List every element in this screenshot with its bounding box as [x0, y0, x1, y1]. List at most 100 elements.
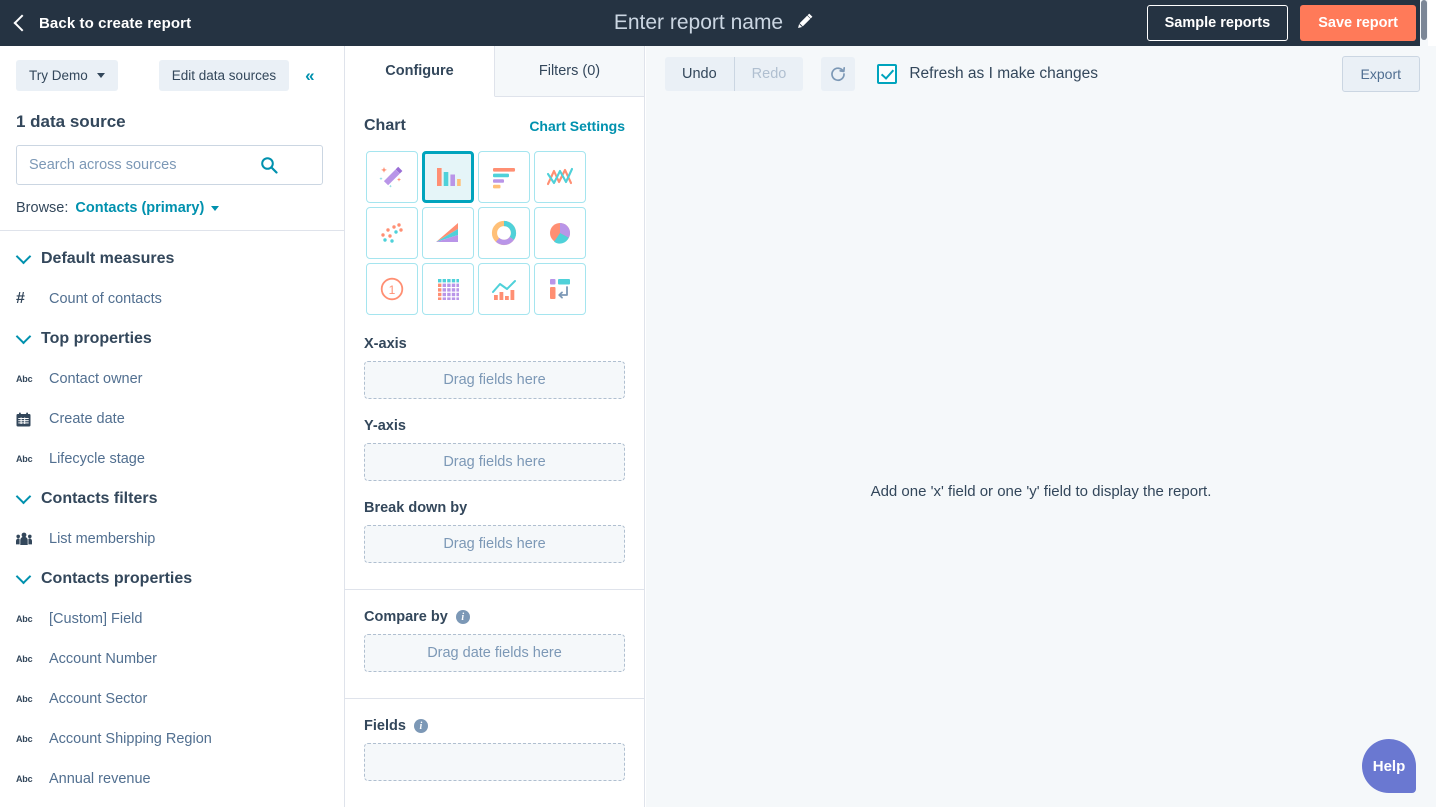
compare-by-label: Compare by i — [364, 609, 625, 625]
tree-item-label: Account Number — [49, 651, 157, 667]
y-axis-dropzone[interactable]: Drag fields here — [364, 443, 625, 481]
search-icon[interactable] — [260, 156, 278, 177]
report-name-input[interactable]: Enter report name — [614, 11, 783, 35]
tree-item-annual-revenue[interactable]: Abc Annual revenue — [0, 759, 344, 799]
fields-label-text: Fields — [364, 718, 406, 734]
tab-filters[interactable]: Filters (0) — [495, 46, 644, 97]
chart-type-magic-wand[interactable] — [366, 151, 418, 203]
chart-type-grid: 1 — [364, 149, 625, 317]
double-chevron-left-icon[interactable]: « — [305, 67, 315, 84]
tree-item-account-shipping-region[interactable]: Abc Account Shipping Region — [0, 719, 344, 759]
chart-type-table[interactable] — [422, 263, 474, 315]
help-button[interactable]: Help — [1362, 739, 1416, 793]
single-value-icon: 1 — [380, 277, 404, 301]
hash-icon: # — [16, 290, 25, 307]
table-chart-icon — [438, 279, 459, 300]
tree-item-contact-owner[interactable]: Abc Contact owner — [0, 359, 344, 399]
calendar-icon — [16, 412, 38, 427]
page-scrollbar[interactable] — [1420, 0, 1428, 46]
chevron-down-icon — [15, 328, 32, 345]
abc-icon: Abc — [16, 694, 33, 704]
chart-type-combo[interactable] — [478, 263, 530, 315]
tab-configure[interactable]: Configure — [345, 46, 495, 97]
config-divider — [345, 698, 644, 699]
chevron-down-icon — [15, 488, 32, 505]
tree-item-account-number[interactable]: Abc Account Number — [0, 639, 344, 679]
back-to-create-report-link[interactable]: Back to create report — [13, 14, 191, 32]
sidebar-top-actions: Try Demo Edit data sources « — [16, 60, 328, 91]
tree-item-custom-field[interactable]: Abc [Custom] Field — [0, 599, 344, 639]
fields-label: Fields i — [364, 718, 625, 734]
y-axis-label-text: Y-axis — [364, 418, 406, 434]
try-demo-label: Try Demo — [29, 68, 88, 83]
config-divider — [345, 589, 644, 590]
x-axis-dropzone[interactable]: Drag fields here — [364, 361, 625, 399]
tree-item-account-sector[interactable]: Abc Account Sector — [0, 679, 344, 719]
try-demo-button[interactable]: Try Demo — [16, 60, 118, 91]
tree-item-label: Count of contacts — [49, 291, 162, 307]
chevron-down-icon — [15, 248, 32, 265]
horizontal-bar-chart-icon — [493, 168, 515, 189]
info-icon[interactable]: i — [413, 719, 428, 733]
chart-type-area[interactable] — [422, 207, 474, 259]
edit-data-sources-button[interactable]: Edit data sources — [158, 60, 290, 91]
breakdown-dropzone[interactable]: Drag fields here — [364, 525, 625, 563]
info-icon[interactable]: i — [455, 610, 470, 624]
refresh-as-i-make-changes-checkbox[interactable] — [877, 64, 898, 84]
chart-type-pivot-table[interactable] — [534, 263, 586, 315]
tree-item-create-date[interactable]: Create date — [0, 399, 344, 439]
empty-state-message: Add one 'x' field or one 'y' field to di… — [870, 483, 1212, 500]
tree-group-top-properties[interactable]: Top properties — [0, 319, 344, 359]
vertical-bar-chart-icon — [437, 168, 461, 186]
compare-by-label-text: Compare by — [364, 609, 448, 625]
chevron-left-icon — [13, 14, 31, 32]
tree-item-label: Account Sector — [49, 691, 148, 707]
line-chart-icon — [546, 167, 574, 186]
tree-group-default-measures[interactable]: Default measures — [0, 239, 344, 279]
tree-item-label: Annual revenue — [49, 771, 151, 787]
abc-icon: Abc — [16, 614, 33, 624]
chevron-down-icon — [96, 73, 105, 78]
refresh-button[interactable] — [821, 57, 856, 91]
chart-settings-link[interactable]: Chart Settings — [529, 118, 625, 134]
fields-dropzone[interactable] — [364, 743, 625, 781]
list-membership-icon — [16, 532, 38, 546]
tree-item-list-membership[interactable]: List membership — [0, 519, 344, 559]
svg-text:1: 1 — [389, 283, 396, 297]
refresh-on-change-control[interactable]: Refresh as I make changes — [877, 64, 1098, 84]
tree-group-contacts-filters[interactable]: Contacts filters — [0, 479, 344, 519]
chart-type-pie[interactable] — [534, 207, 586, 259]
x-axis-label-text: X-axis — [364, 336, 407, 352]
browse-source-dropdown[interactable]: Contacts (primary) — [75, 200, 204, 216]
tree-item-lifecycle-stage[interactable]: Abc Lifecycle stage — [0, 439, 344, 479]
sample-reports-button[interactable]: Sample reports — [1146, 5, 1289, 41]
fields-section: Fields i — [345, 718, 644, 781]
compare-by-section: Compare by i Drag date fields here — [345, 609, 644, 672]
scatter-chart-icon — [381, 223, 403, 243]
tree-group-contacts-properties[interactable]: Contacts properties — [0, 559, 344, 599]
magic-wand-icon — [379, 166, 403, 188]
chevron-down-icon[interactable] — [211, 205, 220, 211]
pie-chart-icon — [550, 222, 571, 244]
pencil-icon[interactable] — [797, 12, 814, 34]
donut-chart-icon — [491, 220, 517, 246]
export-button[interactable]: Export — [1341, 56, 1420, 92]
x-axis-label: X-axis — [364, 336, 625, 352]
report-toolbar: Undo Redo Refresh as I make changes Expo… — [646, 46, 1436, 102]
chart-type-horizontal-bar[interactable] — [478, 151, 530, 203]
tree-item-label: Lifecycle stage — [49, 451, 145, 467]
undo-button[interactable]: Undo — [665, 57, 735, 91]
chart-section: Chart Chart Settings 1 X-axis Drag field… — [345, 117, 644, 563]
tree-item-count-of-contacts[interactable]: # Count of contacts — [0, 279, 344, 319]
tree-item-label: Create date — [49, 411, 125, 427]
abc-icon: Abc — [16, 774, 33, 784]
chart-type-scatter[interactable] — [366, 207, 418, 259]
compare-by-dropzone[interactable]: Drag date fields here — [364, 634, 625, 672]
chart-type-single-value[interactable]: 1 — [366, 263, 418, 315]
chart-type-vertical-bar[interactable] — [422, 151, 474, 203]
save-report-button[interactable]: Save report — [1300, 5, 1416, 41]
redo-button: Redo — [734, 57, 804, 91]
chart-section-header: Chart Chart Settings — [364, 117, 625, 135]
chart-type-donut[interactable] — [478, 207, 530, 259]
chart-type-line[interactable] — [534, 151, 586, 203]
